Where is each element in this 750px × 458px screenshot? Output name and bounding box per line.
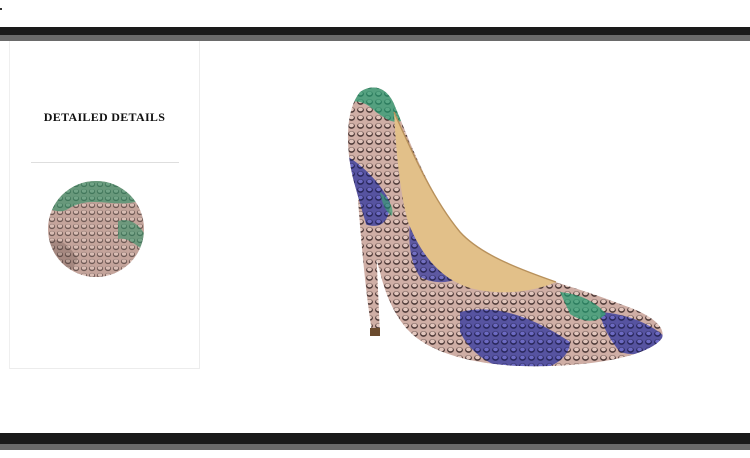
bottom-divider-bar: [0, 433, 750, 450]
shoe-product-image: [320, 82, 675, 374]
detail-panel: DETAILED DETAILS: [9, 41, 200, 369]
detail-panel-divider: [31, 162, 179, 163]
detail-panel-title: DETAILED DETAILS: [43, 110, 166, 124]
corner-mark: [0, 8, 2, 10]
top-divider-bar: [0, 27, 750, 41]
snakeskin-zoom-image: [48, 181, 144, 277]
